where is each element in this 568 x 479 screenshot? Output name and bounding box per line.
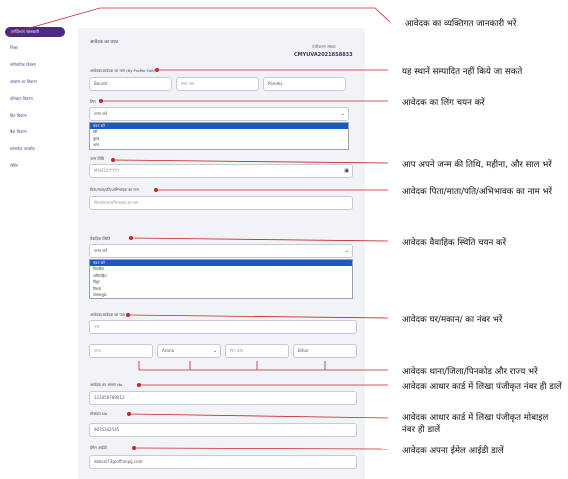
annotation-aadhaar: आवेदक आधार कार्ड में लिखा पंजीकृत नंबर ह…	[402, 382, 562, 392]
annotation-mobile-line2: नंबर ही डालें	[402, 425, 441, 435]
annotation-house: आवेदक घर/मकान/ का नंबर भरें	[402, 315, 503, 325]
annotation-not-editable: यह स्थानें सम्पादित नहीं किये जा सकते	[402, 67, 523, 77]
annotation-address: आवेदक थाना/जिला/पिनकोड और राज्य भरें	[402, 367, 538, 377]
annotation-mobile-line1: आवेदक आधार कार्ड में लिखा पंजीकृत मोबाइल	[402, 413, 549, 423]
annotation-email: आवेदक अपना ईमेल आईडी डालें	[402, 446, 504, 456]
annotation-marital: आवेदक वैवाहिक स्थिति चयन करें	[402, 238, 507, 248]
annotation-guardian: आवेदक पिता/माता/पति/अभिभावक का नाम भरें	[402, 187, 553, 197]
annotation-personal-info: आवेदक का व्यक्तिगत जानकारी भरें	[405, 19, 517, 29]
annotation-gender: आवेदक का लिंग चयन करें	[402, 98, 485, 108]
annotation-dob: आप अपने जन्म की तिथि, महीना, और साल भरें	[402, 160, 552, 170]
